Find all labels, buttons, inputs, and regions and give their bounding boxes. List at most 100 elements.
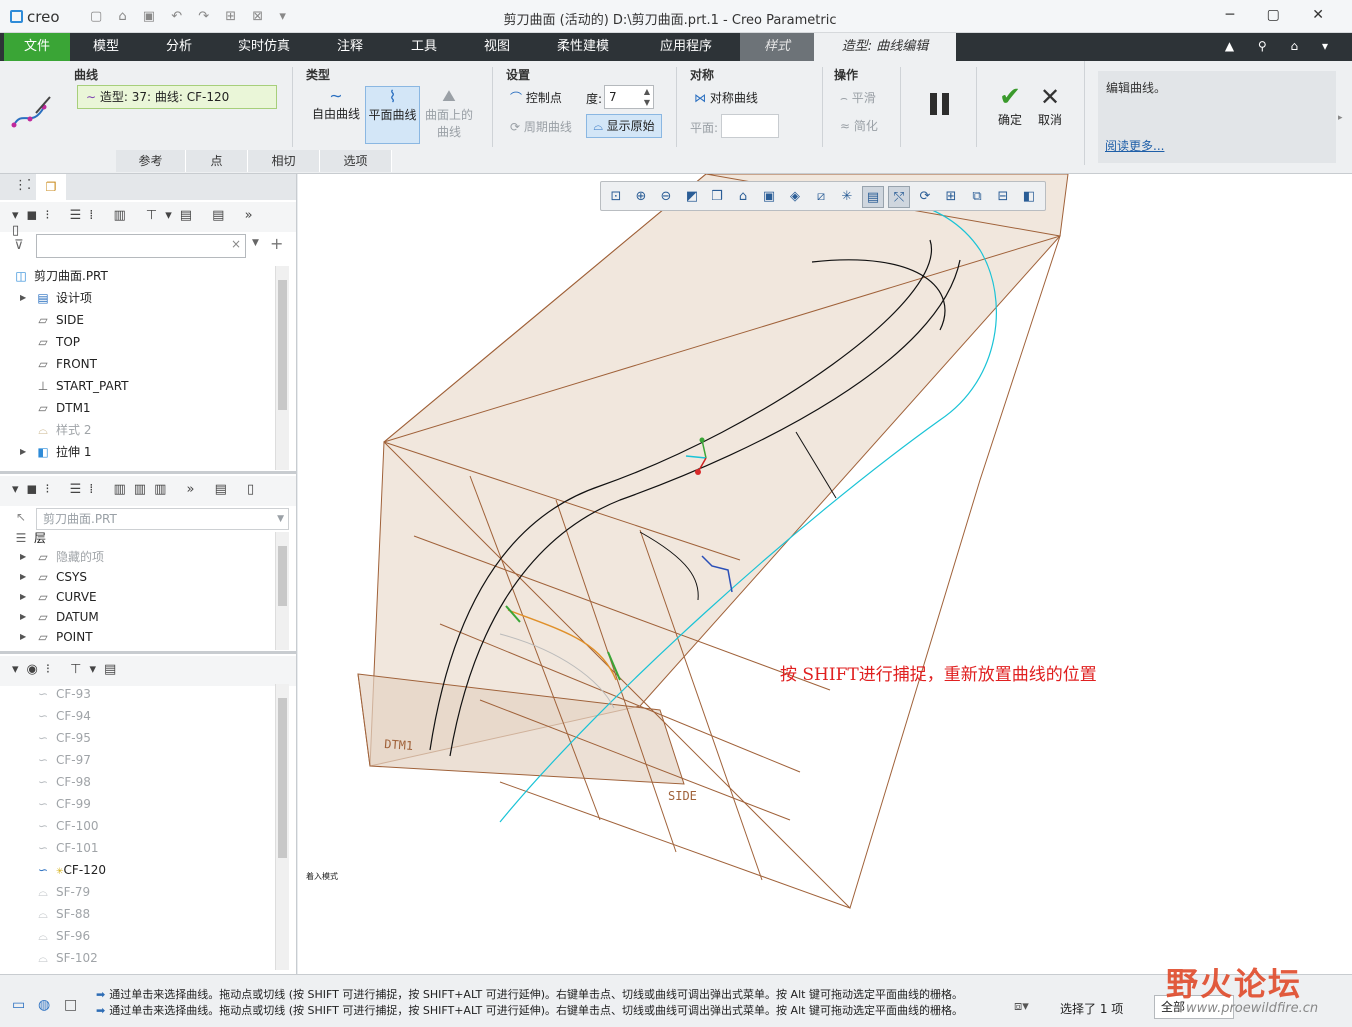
tab-view[interactable]: 视图 (460, 33, 534, 61)
ribbon-scroll-right-icon[interactable]: ▸ (1338, 113, 1343, 123)
folder-browser-tab-icon[interactable]: ❐ (36, 174, 66, 200)
planar-curve-button[interactable]: ⌇ 平面曲线 (365, 86, 420, 144)
style-tree-item[interactable]: ⌓ SF-88 (36, 903, 90, 925)
show-curvature-icon[interactable]: ⤲ (888, 186, 910, 208)
tree-item-start-part[interactable]: ⊥ START_PART (36, 375, 129, 397)
style-tree-item[interactable]: ∽ CF-94 (36, 705, 91, 727)
free-curve-button[interactable]: ∼ 自由曲线 (308, 86, 364, 144)
scroll-thumb[interactable] (278, 280, 287, 410)
expand-icon[interactable]: ▶ (20, 626, 26, 648)
degree-spinner[interactable]: 7 ▲ ▼ (604, 85, 654, 109)
tab-model[interactable]: 模型 (70, 33, 142, 61)
read-more-link[interactable]: 阅读更多... (1105, 137, 1164, 154)
graphics-window[interactable]: DTM1 SIDE 按 SHIFT进行捕捉，重新放置曲线的位置 着入模式 (298, 174, 1352, 974)
tree-item-front[interactable]: ▱ FRONT (36, 353, 97, 375)
layer-item-hidden[interactable]: ▶ ▱ 隐藏的项 (20, 546, 104, 568)
datum-display-icon[interactable]: ✳ (836, 186, 858, 208)
single-view-icon[interactable]: ⊞ (940, 186, 962, 208)
style-tree-item[interactable]: ⌓ SF-79 (36, 881, 90, 903)
pause-button[interactable] (928, 93, 952, 119)
expand-icon[interactable]: ▶ (20, 566, 26, 588)
subtab-references[interactable]: 参考 (116, 150, 186, 172)
splitter[interactable] (0, 651, 296, 654)
style-tree-item[interactable]: ⌓ SF-96 (36, 925, 90, 947)
perspective-icon[interactable]: ◈ (784, 186, 806, 208)
repaint-icon[interactable]: ◩ (681, 186, 703, 208)
subtab-tangent[interactable]: 相切 (248, 150, 320, 172)
expand-icon[interactable]: ▶ (20, 606, 26, 628)
tab-curve-edit[interactable]: 造型: 曲线编辑 (814, 33, 956, 61)
periodic-curve-button[interactable]: ⟳ 周期曲线 (510, 118, 572, 135)
tab-tools[interactable]: 工具 (388, 33, 460, 61)
tab-analysis[interactable]: 分析 (142, 33, 216, 61)
curve-on-surface-button[interactable]: ⛰ 曲面上的 曲线 (422, 86, 476, 144)
simplify-button[interactable]: ≈ 简化 (840, 117, 878, 134)
tree-item-style2[interactable]: ⌓ 样式 2 (36, 419, 91, 441)
fullscreen-icon[interactable]: □ (64, 997, 77, 1013)
tab-file[interactable]: 文件 (4, 33, 70, 61)
subtab-options[interactable]: 选项 (320, 150, 392, 172)
cancel-button[interactable]: ✕ 取消 (1032, 83, 1068, 128)
tabbar-right-icons[interactable]: ▲ ⚲ ⌂ ▾ (1225, 39, 1338, 53)
zoom-in-icon[interactable]: ⊕ (630, 186, 652, 208)
display-style-icon[interactable]: ❒ (706, 186, 728, 208)
section-icon[interactable]: ⧄ (810, 186, 832, 208)
model-tree-search-input[interactable]: × (36, 234, 246, 258)
symmetric-curve-button[interactable]: ⋈ 对称曲线 (694, 89, 758, 106)
model-tree-tab-icon[interactable]: ⋮⁚ (14, 178, 31, 193)
tab-live-simulation[interactable]: 实时仿真 (216, 33, 312, 61)
spinner-arrows-icon[interactable]: ▲ ▼ (644, 86, 650, 108)
multiple-views-icon[interactable]: ⧉ (966, 186, 988, 208)
refit-icon[interactable]: ⊡ (605, 186, 627, 208)
tree-item-design[interactable]: ▶ ▤ 设计项 (20, 287, 92, 309)
orientation-icon[interactable]: ◧ (1018, 186, 1040, 208)
style-tree-item[interactable]: ∽ CF-101 (36, 837, 99, 859)
tree-root[interactable]: ◫ 剪刀曲面.PRT (14, 265, 108, 287)
window-buttons[interactable]: ─ ▢ ✕ (1226, 7, 1338, 23)
expand-icon[interactable]: ▶ (20, 287, 26, 309)
style-tree-item[interactable]: ∽ CF-98 (36, 771, 91, 793)
style-tree-item[interactable]: ∽ CF-100 (36, 815, 99, 837)
layer-model-combo[interactable]: 剪刀曲面.PRT ▼ (36, 508, 289, 530)
active-plane-icon[interactable]: ⊟ (992, 186, 1014, 208)
style-tree-scrollbar[interactable] (275, 684, 289, 970)
expand-icon[interactable]: ▶ (20, 546, 26, 568)
style-tree-item[interactable]: ∽ CF-95 (36, 727, 91, 749)
plane-collector[interactable] (721, 114, 779, 138)
zoom-out-icon[interactable]: ⊖ (655, 186, 677, 208)
style-tree-item[interactable]: ∽ CF-93 (36, 683, 91, 705)
show-grid-icon[interactable]: ▤ (862, 186, 884, 208)
add-icon[interactable]: + (270, 234, 283, 253)
show-original-toggle[interactable]: ⌓ 显示原始 (586, 114, 662, 138)
scroll-thumb[interactable] (278, 546, 287, 606)
layer-tree-scrollbar[interactable] (275, 532, 289, 650)
chevron-down-icon[interactable]: ▼ (277, 509, 284, 529)
style-tree-item[interactable]: ⌓ SF-102 (36, 947, 98, 969)
spin-center-icon[interactable]: ⟳ (914, 186, 936, 208)
style-tree-item[interactable]: ∽ CF-97 (36, 749, 91, 771)
control-point-button[interactable]: ⌒ 控制点 (510, 89, 562, 106)
tree-item-extrude1[interactable]: ▶ ◧ 拉伸 1 (20, 441, 91, 463)
find-icon[interactable]: ⧈▾ (1014, 999, 1029, 1014)
expand-icon[interactable]: ▶ (20, 586, 26, 608)
curve-collector-field[interactable]: ∼ 造型: 37: 曲线: CF-120 (77, 85, 277, 109)
tab-applications[interactable]: 应用程序 (632, 33, 740, 61)
ok-button[interactable]: ✔ 确定 (992, 83, 1028, 128)
layer-item-datum[interactable]: ▶ ▱ DATUM (20, 606, 99, 628)
scroll-thumb[interactable] (278, 698, 287, 858)
splitter[interactable] (0, 471, 296, 474)
model-tree-scrollbar[interactable] (275, 266, 289, 470)
view-manager-icon[interactable]: ▣ (758, 186, 780, 208)
layer-item-point[interactable]: ▶ ▱ POINT (20, 626, 93, 648)
layer-tree-toolbar[interactable]: ▾◼⁝ ☰⁞ ▥▥▥ » ▤ ▯ (0, 476, 296, 506)
expand-icon[interactable]: ▶ (20, 441, 26, 463)
tab-flexible-modeling[interactable]: 柔性建模 (534, 33, 632, 61)
tab-annotate[interactable]: 注释 (312, 33, 388, 61)
tab-style[interactable]: 样式 (740, 33, 814, 61)
subtab-points[interactable]: 点 (186, 150, 248, 172)
style-tree-item[interactable]: ∽ CF-99 (36, 793, 91, 815)
toggle-navigator-icon[interactable]: ▭ (12, 997, 25, 1013)
style-tree-item[interactable]: ∽ ✳CF-120 (36, 859, 106, 881)
smooth-button[interactable]: ⌢ 平滑 (840, 89, 876, 106)
style-tree-toolbar[interactable]: ▾◉⁝ ⊤▾▤ (0, 656, 296, 686)
